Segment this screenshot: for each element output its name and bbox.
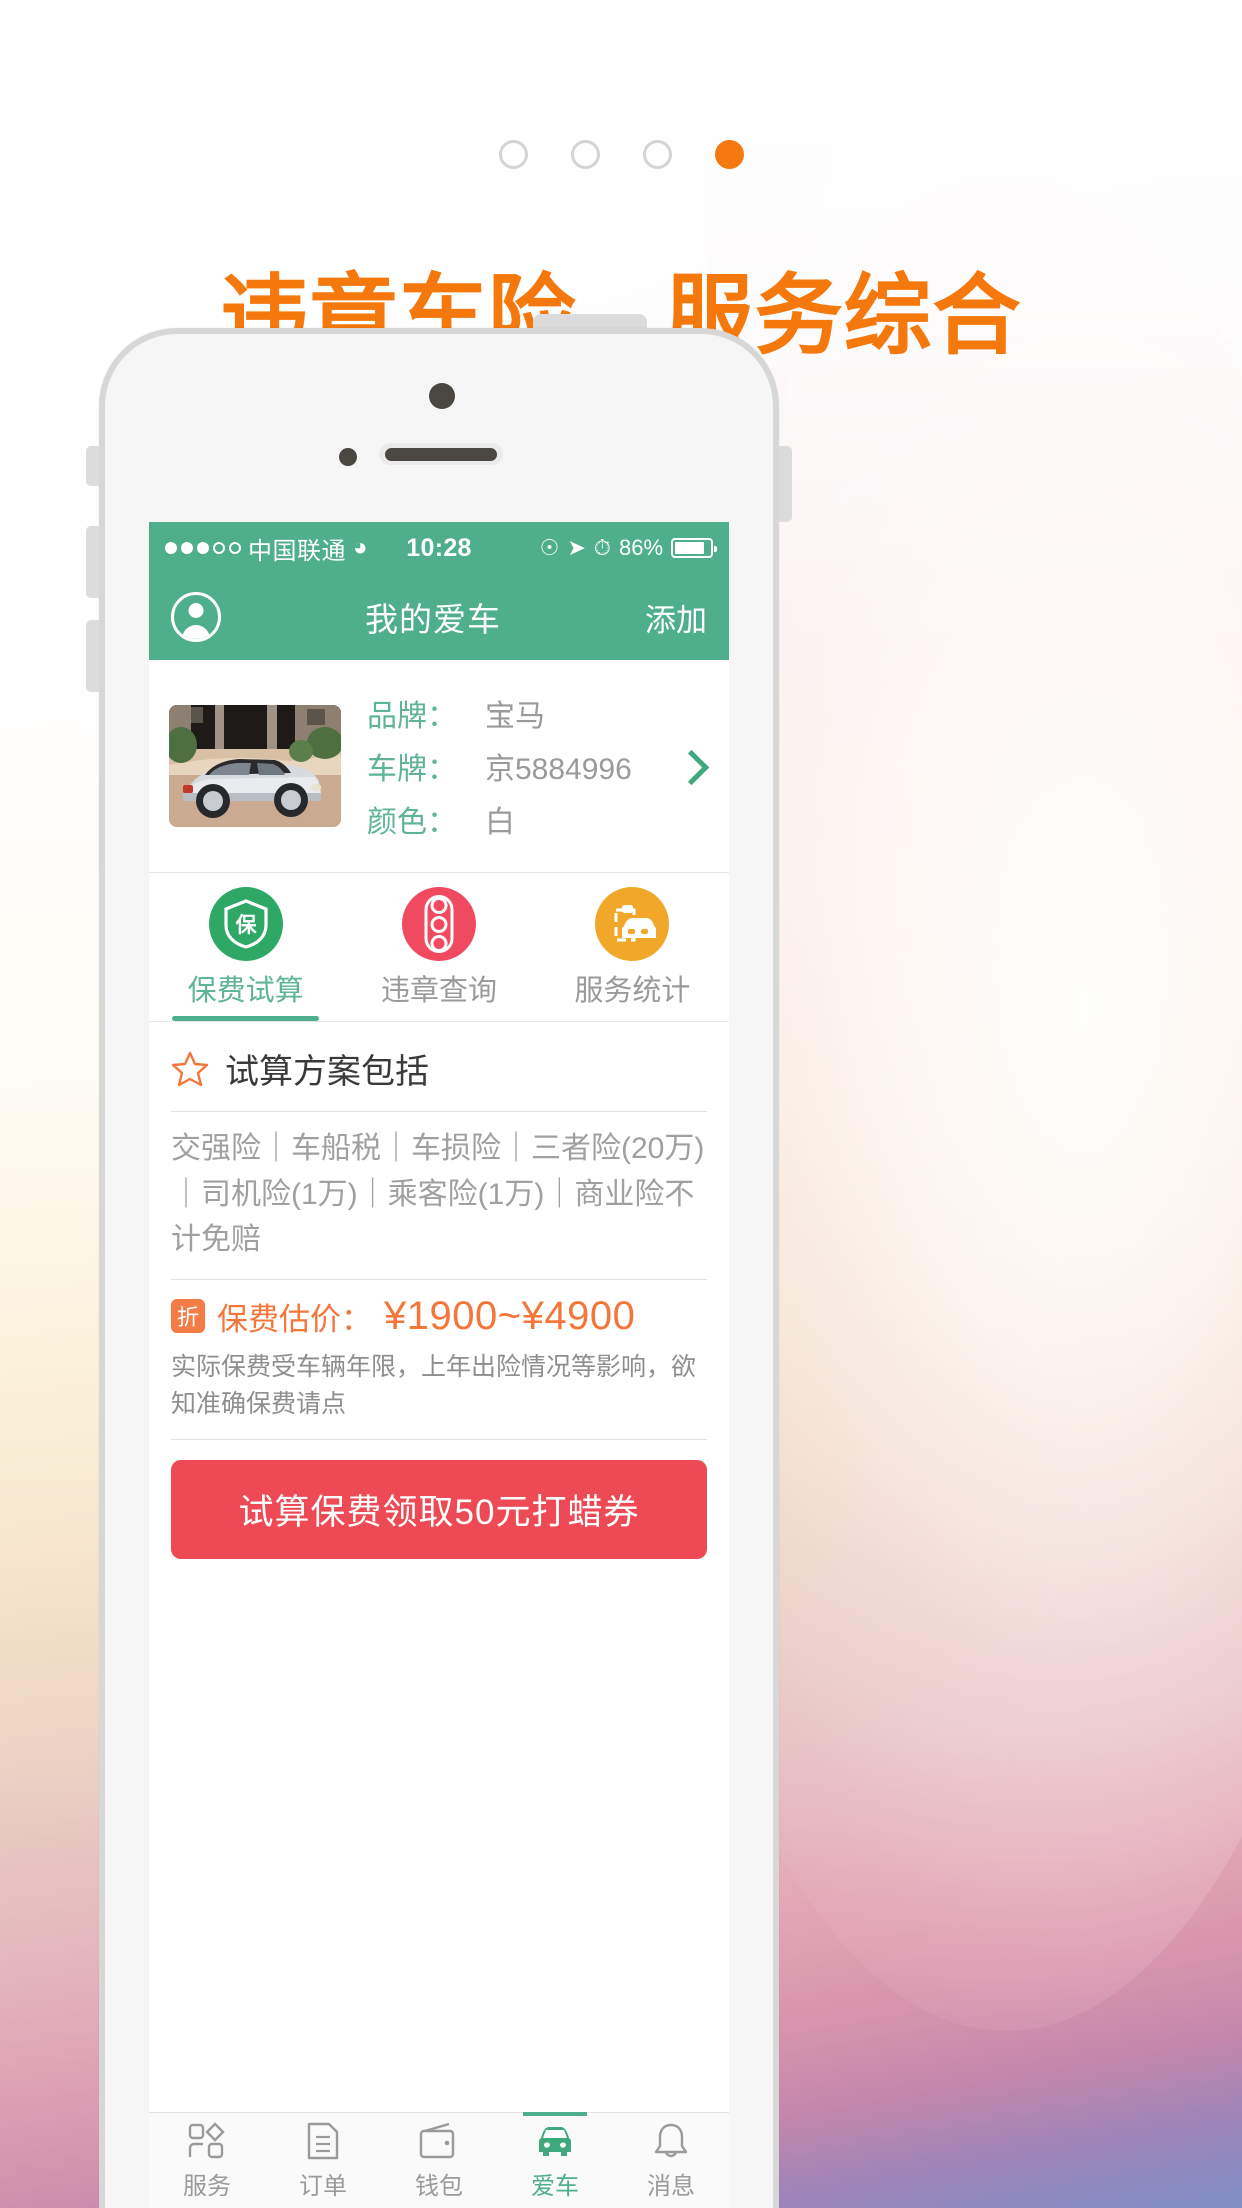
car-photo	[169, 705, 341, 827]
signal-strength-icon	[165, 542, 241, 554]
bell-icon	[650, 2120, 692, 2162]
car-brand-row: 品牌： 宝马	[367, 691, 671, 735]
bottom-tab-bar: 服务 订单 钱包 爱车 消息	[149, 2112, 729, 2208]
tab-premium-calc-label: 保费试算	[187, 975, 304, 1007]
nav-title: 我的爱车	[365, 601, 501, 638]
tab-violation-query[interactable]: 违章查询	[342, 873, 535, 1021]
user-avatar-icon[interactable]	[171, 592, 221, 642]
tab-bar-label-wallet: 钱包	[415, 2173, 463, 2200]
battery-icon	[671, 538, 718, 558]
carrier-name: 中国联通	[248, 537, 346, 565]
car-color-value: 白	[485, 806, 515, 839]
plan-section: 试算方案包括 交强险｜车船税｜车损险｜三者险(20万)｜司机险(1万)｜乘客险(…	[149, 1022, 729, 1440]
page-dot-2[interactable]	[570, 140, 600, 169]
order-document-icon	[302, 2120, 344, 2162]
car-plate-value: 京5884996	[485, 753, 632, 786]
tab-bar-item-wallet[interactable]: 钱包	[381, 2113, 497, 2208]
tab-active-underline	[172, 1016, 320, 1021]
car-card[interactable]: 品牌： 宝马 车牌： 京5884996 颜色： 白	[149, 660, 729, 873]
rotation-lock-icon: ☉	[539, 535, 560, 560]
volume-up-button[interactable]	[86, 526, 99, 598]
discount-badge: 折	[171, 1299, 205, 1334]
traffic-light-icon	[401, 887, 476, 961]
price-disclaimer: 实际保费受车辆年限，上年出险情况等影响，欲知准确保费请点	[171, 1343, 707, 1440]
app-nav-bar: 我的爱车 添加	[149, 574, 729, 660]
chevron-right-icon[interactable]	[675, 749, 709, 783]
promo-poster: 违章车险，服务综合 中国联通 ◕ 10:28	[0, 0, 1242, 2208]
car-details: 品牌： 宝马 车牌： 京5884996 颜色： 白	[341, 682, 671, 850]
proximity-sensor-icon	[339, 448, 357, 466]
wallet-icon	[418, 2120, 460, 2162]
volume-down-button[interactable]	[86, 620, 99, 692]
plan-section-header: 试算方案包括	[171, 1022, 707, 1112]
price-row: 折 保费估价： ¥1900~¥4900	[171, 1280, 707, 1343]
tab-bar-item-mycar[interactable]: 爱车	[497, 2112, 613, 2208]
tab-premium-calc[interactable]: 保 保费试算	[149, 873, 342, 1021]
car-brand-value: 宝马	[485, 700, 545, 733]
price-label: 保费估价：	[217, 1301, 372, 1337]
tab-bar-item-orders[interactable]: 订单	[265, 2113, 381, 2208]
power-button[interactable]	[779, 446, 792, 522]
tab-service-stats-label: 服务统计	[574, 975, 691, 1007]
front-camera-icon	[429, 383, 455, 409]
tab-bar-label-messages: 消息	[647, 2173, 695, 2200]
services-grid-icon	[186, 2120, 228, 2162]
tab-underline	[366, 1016, 513, 1021]
tab-service-stats[interactable]: 服务统计	[536, 873, 729, 1021]
silent-switch[interactable]	[86, 446, 99, 486]
car-brand-label: 品牌：	[367, 700, 457, 733]
car-color-label: 颜色：	[367, 806, 457, 839]
car-clipboard-icon	[595, 887, 670, 961]
wifi-icon: ◕	[353, 534, 368, 561]
tab-bar-label-mycar: 爱车	[531, 2173, 579, 2200]
location-arrow-icon: ➤	[567, 535, 586, 560]
cta-container: 试算保费领取50元打蜡券	[149, 1439, 729, 1575]
page-dot-3[interactable]	[642, 140, 672, 169]
page-dot-1[interactable]	[498, 140, 528, 169]
star-outline-icon	[171, 1050, 209, 1088]
car-icon	[534, 2120, 576, 2162]
calculate-premium-button[interactable]: 试算保费领取50元打蜡券	[171, 1459, 707, 1559]
tab-violation-query-label: 违章查询	[380, 975, 497, 1007]
phone-mockup: 中国联通 ◕ 10:28 ☉ ➤ ⏱ 86% 我的爱车 添加 品牌： 宝马 车牌…	[86, 314, 792, 2208]
tab-bar-item-messages[interactable]: 消息	[613, 2113, 729, 2208]
status-bar: 中国联通 ◕ 10:28 ☉ ➤ ⏱ 86%	[149, 522, 729, 574]
car-plate-label: 车牌：	[367, 753, 457, 786]
add-car-button[interactable]: 添加	[645, 595, 707, 640]
tab-bar-label-services: 服务	[183, 2173, 231, 2200]
coverage-list: 交强险｜车船税｜车损险｜三者险(20万)｜司机险(1万)｜乘客险(1万)｜商业险…	[171, 1112, 707, 1280]
tab-underline	[559, 1016, 706, 1021]
car-plate-row: 车牌： 京5884996	[367, 744, 671, 788]
service-tab-strip: 保 保费试算 违章查询 服务统计	[149, 873, 729, 1022]
tab-bar-item-services[interactable]: 服务	[149, 2113, 265, 2208]
shield-bao-icon: 保	[208, 887, 283, 961]
alarm-clock-icon: ⏱	[593, 535, 611, 560]
plan-section-title: 试算方案包括	[225, 1053, 429, 1091]
tab-bar-label-orders: 订单	[299, 2173, 347, 2200]
earpiece-speaker	[379, 443, 503, 465]
car-color-row: 颜色： 白	[367, 797, 671, 841]
svg-text:保: 保	[234, 914, 257, 937]
price-value: ¥1900~¥4900	[384, 1293, 636, 1338]
page-dot-4[interactable]	[714, 140, 744, 169]
status-bar-time: 10:28	[406, 533, 472, 562]
phone-screen: 中国联通 ◕ 10:28 ☉ ➤ ⏱ 86% 我的爱车 添加 品牌： 宝马 车牌…	[149, 522, 729, 2208]
battery-percent: 86%	[618, 535, 664, 560]
page-indicator	[0, 140, 1242, 169]
